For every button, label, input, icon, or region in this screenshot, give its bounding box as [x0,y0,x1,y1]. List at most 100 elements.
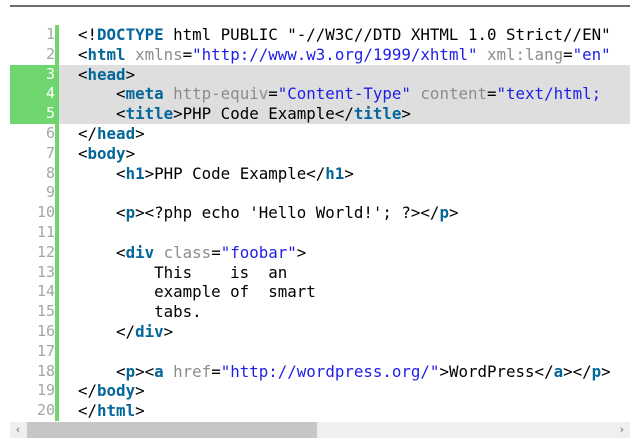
change-marker [55,381,59,402]
scrollbar-thumb[interactable] [27,422,317,438]
code-line[interactable]: 4 <meta http-equiv="Content-Type" conten… [10,84,630,105]
attribute-value: "Content-Type" [277,84,411,104]
code-text: < [78,361,126,381]
code-line[interactable]: 8 <h1>PHP Code Example</h1> [10,163,630,184]
line-number[interactable]: 9 [10,183,58,203]
code-content[interactable]: example of smart [78,282,316,302]
code-text: = [211,361,221,381]
line-number[interactable]: 10 [10,203,58,223]
line-number[interactable]: 17 [10,342,58,362]
line-number[interactable]: 12 [10,243,58,263]
code-content[interactable]: <p><?php echo 'Hello World!'; ?></p> [78,203,458,223]
code-editor[interactable]: 1 <!DOCTYPE html PUBLIC "-//W3C//DTD XHTM… [10,25,630,421]
line-number[interactable]: 15 [10,302,58,322]
code-line[interactable]: 6 </head> [10,123,630,144]
code-line[interactable]: 15 tabs. [10,302,630,322]
tag-name: meta [125,84,164,104]
attribute-value: "en" [572,44,611,64]
code-line[interactable]: 16 </div> [10,321,630,342]
code-text: html PUBLIC "-//W3C//DTD XHTML 1.0 Stric… [163,25,611,44]
code-text: </ [78,401,98,421]
code-line[interactable]: 5 <title>PHP Code Example</title> [10,104,630,124]
code-content[interactable]: This is an [78,263,287,283]
code-text: > [125,64,136,84]
code-content[interactable]: <h1>PHP Code Example</h1> [78,164,354,184]
code-text: example of smart [78,282,316,302]
change-marker [55,104,59,124]
code-text: </ [78,381,98,401]
code-line[interactable]: 19 </body> [10,381,630,402]
code-text: </ [78,321,136,341]
tag-name: DOCTYPE [97,25,164,44]
code-line[interactable]: 9 [10,183,630,204]
tag-name: head [97,123,136,143]
change-marker [55,44,59,65]
line-number[interactable]: 14 [10,282,58,302]
code-line[interactable]: 7 <body> [10,143,630,164]
change-marker [55,262,59,283]
attribute-name: content [410,84,487,104]
code-content[interactable]: tabs. [78,302,202,322]
line-number[interactable]: 11 [10,223,58,243]
line-number[interactable]: 16 [10,322,58,342]
attribute-value: "http://www.w3.org/1999/xhtml" [192,44,478,64]
horizontal-scrollbar[interactable]: ‹ › [10,422,630,438]
tag-name: div [135,321,164,341]
tag-name: html [97,401,136,421]
code-text: > [135,123,145,143]
code-text: < [78,104,126,124]
scroll-left-icon[interactable]: ‹ [10,422,26,438]
code-text: This is an [78,262,288,282]
code-text: < [78,143,88,163]
line-number[interactable]: 1 [10,25,58,45]
code-text: ></ [563,361,592,381]
code-content[interactable]: <body> [78,144,135,164]
scroll-right-icon[interactable]: › [614,422,630,438]
line-number[interactable]: 2 [10,45,58,65]
code-line[interactable]: 20 </html> [10,401,630,421]
line-number[interactable]: 5 [10,104,58,124]
code-content[interactable]: </div> [78,322,173,342]
attribute-name: http-equiv [163,84,269,104]
change-marker [55,64,59,85]
line-number[interactable]: 8 [10,164,58,184]
line-number[interactable]: 20 [10,401,58,421]
line-number[interactable]: 19 [10,381,58,401]
code-content[interactable]: </html> [78,401,145,421]
tag-name: p [439,203,449,223]
code-text: > [135,401,145,421]
line-number[interactable]: 7 [10,144,58,164]
code-content[interactable]: <!DOCTYPE html PUBLIC "-//W3C//DTD XHTML… [78,25,611,45]
line-number[interactable]: 3 [10,64,58,85]
line-number[interactable]: 18 [10,362,58,382]
line-number[interactable]: 4 [10,84,58,105]
line-number[interactable]: 6 [10,124,58,144]
code-line[interactable]: 17 [10,341,630,362]
code-line[interactable]: 1 <!DOCTYPE html PUBLIC "-//W3C//DTD XHTM… [10,25,630,45]
code-text: = [268,84,278,104]
code-content[interactable]: <meta http-equiv="Content-Type" content=… [78,84,601,104]
code-text: = [182,44,193,64]
code-line[interactable]: 13 This is an [10,262,630,283]
code-line[interactable]: 11 [10,222,630,243]
code-content[interactable]: <title>PHP Code Example</title> [78,104,411,124]
code-text: > [344,163,354,183]
code-content[interactable]: </head> [78,124,145,144]
change-marker [55,401,59,421]
code-content[interactable]: <p><a href="http://wordpress.org/">WordP… [78,362,611,382]
code-text: = [487,84,497,104]
code-line[interactable]: 10 <p><?php echo 'Hello World!'; ?></p> [10,203,630,223]
tag-name: body [87,143,126,163]
code-content[interactable]: <div class="foobar"> [78,243,306,263]
code-content[interactable]: <html xmlns="http://www.w3.org/1999/xhtm… [78,45,611,65]
code-line[interactable]: 14 example of smart [10,282,630,303]
code-line[interactable]: 12 <div class="foobar"> [10,242,630,263]
line-number[interactable]: 13 [10,263,58,283]
code-line[interactable]: 2 <html xmlns="http://www.w3.org/1999/xht… [10,44,630,65]
code-content[interactable]: </body> [78,381,145,401]
code-content[interactable]: <head> [78,65,135,85]
code-line[interactable]: 18 <p><a href="http://wordpress.org/">Wo… [10,361,630,382]
attribute-value: "http://wordpress.org/" [220,361,440,381]
code-line[interactable]: 3 <head> [10,64,630,85]
attribute-value: "text/html; [496,84,602,104]
